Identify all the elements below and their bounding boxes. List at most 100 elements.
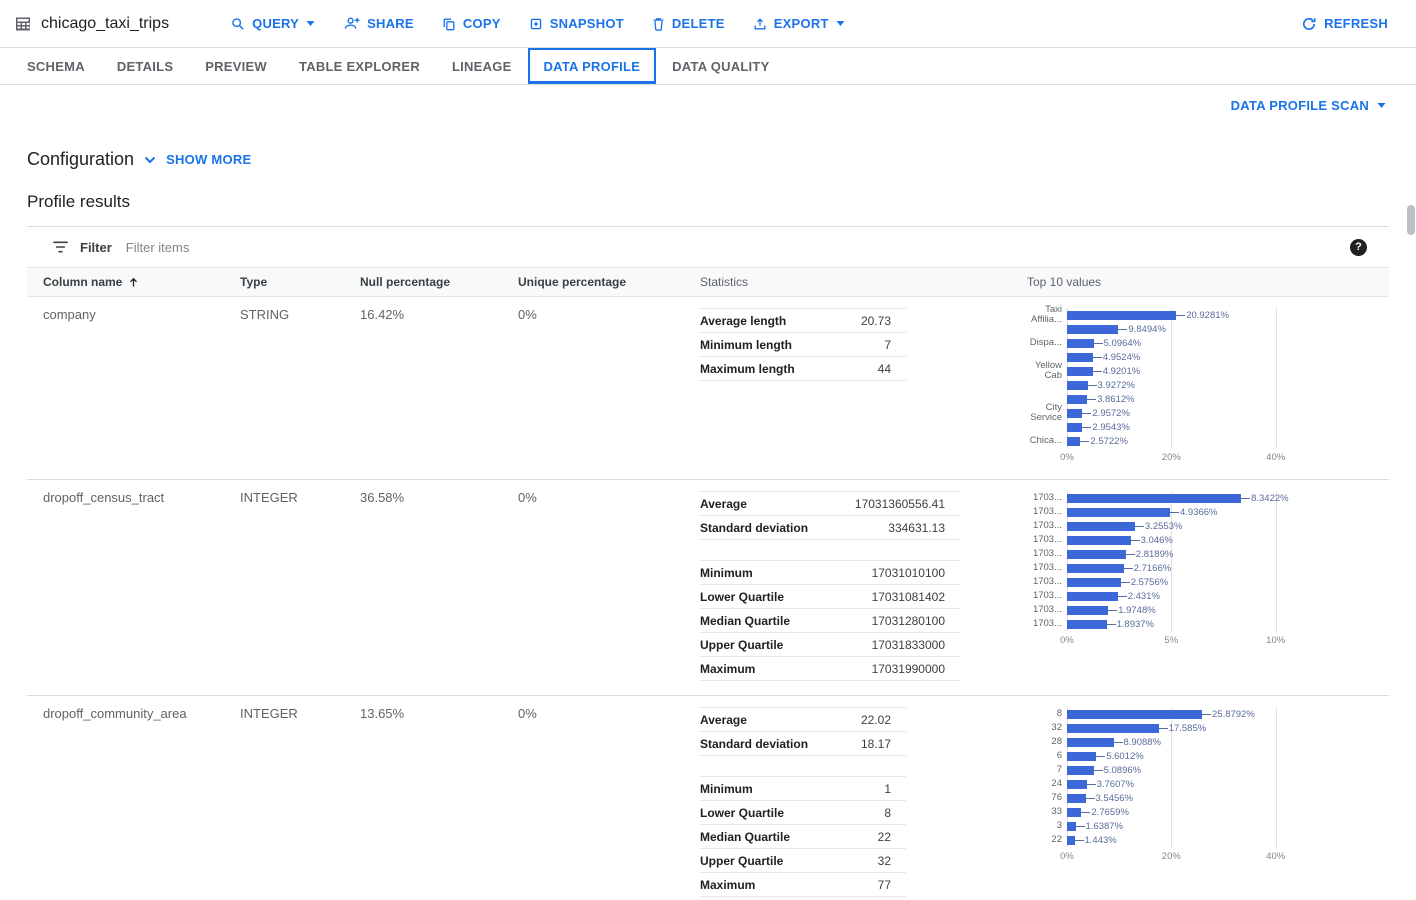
stat-row: Lower Quartile17031081402 bbox=[700, 585, 960, 609]
chart-bar bbox=[1067, 437, 1080, 446]
chart-value-label: 17.585% bbox=[1169, 723, 1207, 734]
chart-value-label: 2.9572% bbox=[1092, 408, 1130, 419]
copy-button[interactable]: COPY bbox=[430, 8, 513, 39]
unique-percentage-cell: 0% bbox=[518, 706, 700, 721]
chart-category-label bbox=[1027, 420, 1067, 434]
profile-results-title: Profile results bbox=[27, 192, 1416, 212]
stat-row: Minimum1 bbox=[700, 777, 906, 801]
column-header-statistics: Statistics bbox=[700, 275, 1027, 289]
chart-value-label: 20.9281% bbox=[1186, 310, 1229, 321]
caret-down-icon bbox=[306, 21, 315, 26]
chart-category-label: 1703... bbox=[1027, 561, 1067, 575]
chart-category-label bbox=[1027, 378, 1067, 392]
chart-category-label: 32 bbox=[1027, 721, 1067, 735]
x-axis-tick: 5% bbox=[1164, 635, 1178, 646]
top-values-chart: 1703...1703...1703...1703...1703...1703.… bbox=[1027, 491, 1389, 648]
chart-bar bbox=[1067, 508, 1170, 517]
annotation-stem bbox=[1081, 812, 1090, 813]
delete-button[interactable]: DELETE bbox=[640, 8, 737, 39]
column-header-null-percentage: Null percentage bbox=[360, 275, 518, 289]
query-button[interactable]: QUERY bbox=[219, 8, 327, 39]
chart-category-label: 1703... bbox=[1027, 589, 1067, 603]
filter-input[interactable] bbox=[126, 240, 1334, 255]
annotation-stem bbox=[1096, 756, 1105, 757]
annotation-stem bbox=[1124, 568, 1133, 569]
tab-lineage[interactable]: LINEAGE bbox=[436, 48, 528, 84]
stat-row: Average length20.73 bbox=[700, 309, 906, 333]
annotation-stem bbox=[1080, 441, 1089, 442]
chart-value-label: 1.443% bbox=[1085, 835, 1117, 846]
show-more-button[interactable]: SHOW MORE bbox=[166, 152, 251, 167]
refresh-icon bbox=[1301, 16, 1317, 32]
annotation-stem bbox=[1108, 610, 1117, 611]
chart-category-label: 22 bbox=[1027, 833, 1067, 847]
tab-schema[interactable]: SCHEMA bbox=[11, 48, 101, 84]
chevron-down-icon[interactable] bbox=[144, 156, 156, 164]
chart-value-label: 2.5722% bbox=[1090, 436, 1128, 447]
snapshot-button[interactable]: SNAPSHOT bbox=[517, 8, 636, 39]
top-toolbar: chicago_taxi_trips QUERYSHARECOPYSNAPSHO… bbox=[0, 0, 1416, 48]
tab-data-profile[interactable]: DATA PROFILE bbox=[528, 48, 657, 84]
table-row-company: companySTRING16.42%0%Average length20.73… bbox=[27, 297, 1389, 480]
x-axis-tick: 0% bbox=[1060, 452, 1074, 463]
chart-value-label: 8.9088% bbox=[1124, 737, 1162, 748]
chart-bar bbox=[1067, 409, 1082, 418]
annotation-stem bbox=[1087, 784, 1096, 785]
chart-bar bbox=[1067, 381, 1088, 390]
x-axis-tick: 20% bbox=[1162, 452, 1181, 463]
stat-row: Upper Quartile32 bbox=[700, 849, 906, 873]
vertical-scrollbar-thumb[interactable] bbox=[1407, 205, 1415, 235]
filter-label: Filter bbox=[80, 240, 112, 255]
chart-value-label: 5.6012% bbox=[1106, 751, 1144, 762]
export-button[interactable]: EXPORT bbox=[741, 8, 857, 39]
chart-bar bbox=[1067, 752, 1096, 761]
null-percentage-cell: 13.65% bbox=[360, 706, 518, 721]
table-title-group: chicago_taxi_trips bbox=[14, 15, 169, 33]
top-values-cell: 1703...1703...1703...1703...1703...1703.… bbox=[1027, 490, 1389, 648]
chart-category-label: 8 bbox=[1027, 707, 1067, 721]
chart-value-label: 3.2553% bbox=[1145, 521, 1183, 532]
chart-value-label: 5.0896% bbox=[1104, 765, 1142, 776]
share-button[interactable]: SHARE bbox=[331, 8, 426, 39]
chart-bar bbox=[1067, 794, 1086, 803]
help-icon[interactable] bbox=[1350, 239, 1367, 256]
data-profile-scan-button[interactable]: DATA PROFILE SCAN bbox=[1231, 98, 1386, 113]
chart-bar bbox=[1067, 780, 1087, 789]
tab-table-explorer[interactable]: TABLE EXPLORER bbox=[283, 48, 436, 84]
table-icon bbox=[14, 15, 32, 33]
annotation-stem bbox=[1094, 770, 1103, 771]
chart-category-label: 3 bbox=[1027, 819, 1067, 833]
table-row-dropoff_census_tract: dropoff_census_tractINTEGER36.58%0%Avera… bbox=[27, 480, 1389, 696]
chart-value-label: 2.7659% bbox=[1091, 807, 1129, 818]
stat-row: Average17031360556.41 bbox=[700, 492, 960, 516]
chart-bar bbox=[1067, 536, 1131, 545]
chart-category-label bbox=[1027, 322, 1067, 336]
chart-bar bbox=[1067, 564, 1124, 573]
chart-bar bbox=[1067, 836, 1075, 845]
chart-value-label: 4.9524% bbox=[1103, 352, 1141, 363]
chart-value-label: 3.7607% bbox=[1097, 779, 1135, 790]
type-cell: STRING bbox=[240, 307, 360, 322]
top-values-cell: 832286724763332225.8792%17.585%8.9088%5.… bbox=[1027, 706, 1389, 864]
annotation-stem bbox=[1118, 596, 1127, 597]
chart-value-label: 2.9543% bbox=[1092, 422, 1130, 433]
annotation-stem bbox=[1086, 798, 1095, 799]
tab-preview[interactable]: PREVIEW bbox=[189, 48, 283, 84]
chart-bar bbox=[1067, 738, 1114, 747]
tab-details[interactable]: DETAILS bbox=[101, 48, 189, 84]
chart-bar bbox=[1067, 522, 1135, 531]
refresh-button[interactable]: REFRESH bbox=[1289, 8, 1400, 40]
chart-bar bbox=[1067, 423, 1082, 432]
type-cell: INTEGER bbox=[240, 706, 360, 721]
chart-category-label: 1703... bbox=[1027, 575, 1067, 589]
chart-bar bbox=[1067, 353, 1093, 362]
tab-data-quality[interactable]: DATA QUALITY bbox=[656, 48, 785, 84]
annotation-stem bbox=[1088, 385, 1097, 386]
column-header-column-name[interactable]: Column name bbox=[43, 275, 240, 289]
chart-bar bbox=[1067, 724, 1159, 733]
annotation-stem bbox=[1093, 357, 1102, 358]
stat-row: Lower Quartile8 bbox=[700, 801, 906, 825]
chart-bar bbox=[1067, 620, 1107, 629]
top-values-chart: 832286724763332225.8792%17.585%8.9088%5.… bbox=[1027, 707, 1389, 864]
chart-value-label: 4.9201% bbox=[1103, 366, 1141, 377]
